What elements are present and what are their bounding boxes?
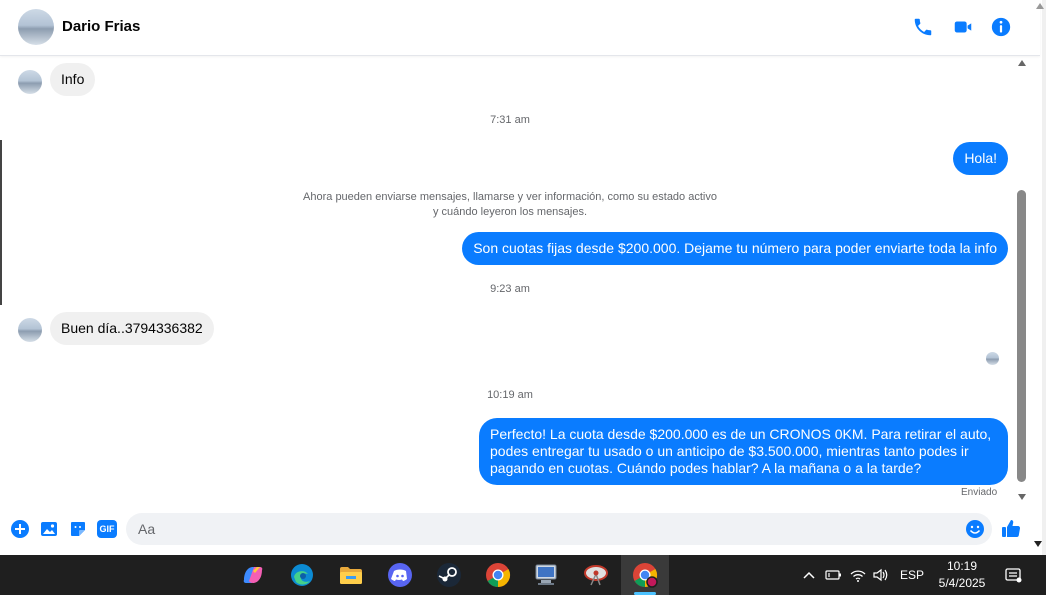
wifi-icon[interactable] (850, 566, 866, 584)
satellite-app-icon[interactable] (583, 562, 609, 588)
input-language-indicator[interactable]: ESP (900, 568, 924, 586)
system-notice-line: Ahora pueden enviarse mensajes, llamarse… (303, 191, 717, 203)
message-composer: GIF (0, 510, 1040, 550)
info-icon[interactable] (990, 16, 1012, 38)
system-notice: Ahora pueden enviarse mensajes, llamarse… (0, 190, 1020, 220)
incoming-message[interactable]: Info (50, 63, 96, 96)
contact-avatar[interactable] (18, 9, 54, 45)
notifications-icon[interactable] (1004, 566, 1022, 584)
right-edge-strip (1042, 0, 1046, 555)
message-list[interactable]: Info 7:31 am Hola! Ahora pueden enviarse… (0, 56, 1014, 506)
incoming-message[interactable]: Buen día..3794336382 (50, 312, 214, 345)
sticker-icon[interactable] (68, 519, 88, 539)
edge-icon[interactable] (289, 562, 315, 588)
chat-scrollbar[interactable] (1016, 60, 1028, 500)
battery-icon[interactable] (824, 566, 842, 584)
outgoing-message[interactable]: Son cuotas fijas desde $200.000. Dejame … (462, 232, 1008, 265)
system-clock[interactable]: 10:19 5/4/2025 (936, 558, 988, 592)
chrome-profile-icon[interactable] (632, 562, 658, 588)
clock-date: 5/4/2025 (938, 576, 986, 590)
network-app-icon[interactable] (533, 562, 559, 588)
seen-indicator-avatar (986, 352, 999, 365)
emoji-icon[interactable] (965, 519, 985, 539)
clock-time: 10:19 (946, 559, 978, 573)
scroll-down-arrow[interactable] (1018, 494, 1026, 500)
page-scroll-down-arrow[interactable] (1034, 541, 1042, 547)
timestamp: 7:31 am (490, 114, 530, 126)
outgoing-message[interactable]: Hola! (953, 142, 1008, 175)
copilot-icon[interactable] (240, 562, 266, 588)
steam-icon[interactable] (436, 562, 462, 588)
show-hidden-icons-chevron-icon[interactable] (802, 566, 816, 584)
contact-message-avatar (18, 318, 42, 342)
contact-message-avatar (18, 70, 42, 94)
chrome-icon[interactable] (485, 562, 511, 588)
message-input[interactable] (126, 513, 992, 545)
plus-icon[interactable] (10, 519, 30, 539)
system-notice-line: y cuándo leyeron los mensajes. (432, 206, 588, 218)
gif-icon[interactable]: GIF (97, 520, 117, 538)
message-status: Enviado (961, 487, 998, 498)
phone-icon[interactable] (912, 16, 934, 38)
chat-header: Dario Frias (0, 0, 1040, 56)
timestamp: 10:19 am (487, 389, 533, 401)
discord-icon[interactable] (387, 562, 413, 588)
thumbs-up-icon[interactable] (1000, 517, 1022, 539)
windows-taskbar: ESP 10:19 5/4/2025 (0, 555, 1046, 595)
contact-name[interactable]: Dario Frias (62, 18, 140, 35)
volume-icon[interactable] (872, 566, 888, 584)
scroll-up-arrow[interactable] (1018, 60, 1026, 66)
file-explorer-icon[interactable] (338, 562, 364, 588)
image-icon[interactable] (39, 519, 59, 539)
video-camera-icon[interactable] (952, 16, 974, 38)
timestamp: 9:23 am (490, 283, 530, 295)
scroll-thumb[interactable] (1017, 190, 1026, 482)
outgoing-message[interactable]: Perfecto! La cuota desde $200.000 es de … (479, 418, 1008, 485)
